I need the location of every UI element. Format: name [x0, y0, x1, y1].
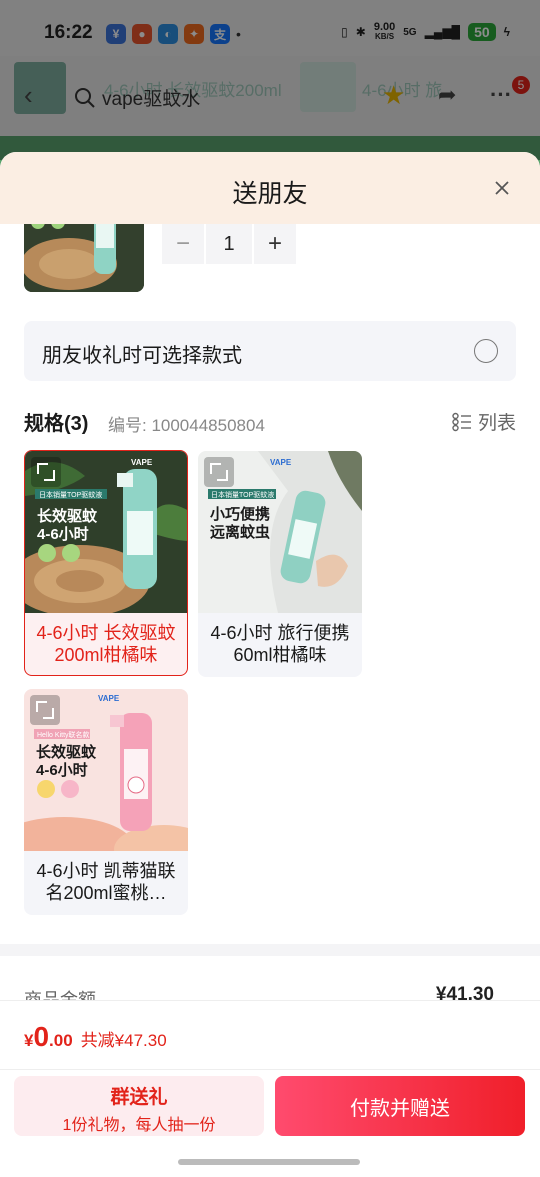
variant-brand-3: VAPE — [98, 694, 120, 703]
price-integer: 0 — [33, 1021, 50, 1052]
quantity-stepper: − 1 + — [162, 224, 296, 264]
increase-button[interactable]: + — [254, 224, 296, 264]
close-button[interactable] — [490, 176, 514, 200]
dim-overlay[interactable] — [0, 0, 540, 160]
variant-badge-1: 日本销量TOP驱蚊液 — [39, 490, 102, 499]
spec-title: 规格(3) — [24, 413, 89, 435]
choose-style-radio[interactable] — [474, 339, 498, 363]
group-gift-button[interactable]: 群送礼 1份礼物，每人抽一份 — [14, 1076, 264, 1136]
section-divider — [0, 944, 540, 956]
variant-badge-3: Hello Kitty联名款 — [37, 730, 90, 739]
variant-img-bottom-2: 远离蚊虫 — [210, 523, 270, 541]
group-gift-subtitle: 1份礼物，每人抽一份 — [62, 1117, 216, 1134]
variant-img-top-2: 小巧便携 — [210, 505, 270, 523]
variant-img-bottom-1: 4-6小时 — [37, 526, 89, 543]
home-indicator[interactable] — [178, 1159, 360, 1165]
sheet-title: 送朋友 — [232, 180, 308, 208]
total-price: ¥ 0 .00 共减¥47.30 — [24, 1021, 167, 1053]
close-icon — [495, 181, 509, 195]
choose-style-label: 朋友收礼时可选择款式 — [42, 345, 242, 367]
decrease-button[interactable]: − — [162, 224, 204, 264]
spec-number: 编号: 100044850804 — [108, 416, 265, 435]
group-gift-title: 群送礼 — [110, 1087, 168, 1108]
bottom-action-bar: ¥ 0 .00 共减¥47.30 群送礼 1份礼物，每人抽一份 付款并赠送 — [0, 1000, 540, 1177]
list-icon — [452, 412, 471, 431]
bottom-separator — [0, 1069, 540, 1070]
list-view-toggle[interactable]: 列表 — [452, 408, 516, 435]
expand-icon[interactable] — [31, 457, 61, 487]
sheet-header: 送朋友 — [0, 152, 540, 224]
variant-card-1[interactable]: 日本销量TOP驱蚊液 长效驱蚊 4-6小时 VAPE 4-6小时 长效驱蚊200… — [24, 450, 188, 676]
list-view-label: 列表 — [477, 413, 516, 434]
variant-image-2: 日本销量TOP驱蚊液 小巧便携 远离蚊虫 VAPE — [198, 451, 362, 613]
variant-brand-1: VAPE — [131, 458, 153, 467]
variant-label-2: 4-6小时 旅行便携60ml柑橘味 — [210, 623, 350, 665]
variant-badge-2: 日本销量TOP驱蚊液 — [211, 490, 274, 499]
expand-icon[interactable] — [204, 457, 234, 487]
background-page: 16:22 ¥ ● ◐ ✦ 支 • ▯ ✱ 9.00 KB/S 5G ▂▄▆█ … — [0, 0, 540, 166]
discount-text: 共减¥47.30 — [80, 1031, 167, 1050]
choose-style-option[interactable]: 朋友收礼时可选择款式 — [24, 321, 516, 381]
variant-label-1: 4-6小时 长效驱蚊200ml柑橘味 — [36, 623, 176, 665]
variant-brand-2: VAPE — [270, 458, 292, 467]
expand-icon[interactable] — [30, 695, 60, 725]
price-decimal: .00 — [49, 1031, 73, 1050]
variant-image-3: Hello Kitty联名款 长效驱蚊 4-6小时 VAPE — [24, 689, 188, 851]
price-symbol: ¥ — [24, 1031, 34, 1050]
variant-label-3: 4-6小时 凯蒂猫联名200ml蜜桃… — [36, 861, 176, 903]
gift-sheet: 送朋友 4-6小时 − 1 + 朋友收礼时可选择款式 规格(3) 编号: 100… — [0, 152, 540, 1177]
variant-img-top-1: 长效驱蚊 — [37, 507, 98, 525]
variant-img-top-3: 长效驱蚊 — [36, 743, 97, 761]
variant-card-2[interactable]: 日本销量TOP驱蚊液 小巧便携 远离蚊虫 VAPE 4-6小时 旅行便携60ml… — [198, 451, 362, 677]
variant-card-3[interactable]: Hello Kitty联名款 长效驱蚊 4-6小时 VAPE 4-6小时 凯蒂猫… — [24, 689, 188, 915]
variant-img-bottom-3: 4-6小时 — [36, 762, 88, 779]
variant-image-1: 日本销量TOP驱蚊液 长效驱蚊 4-6小时 VAPE — [25, 451, 187, 613]
pay-and-gift-button[interactable]: 付款并赠送 — [275, 1076, 525, 1136]
quantity-value[interactable]: 1 — [206, 224, 252, 264]
